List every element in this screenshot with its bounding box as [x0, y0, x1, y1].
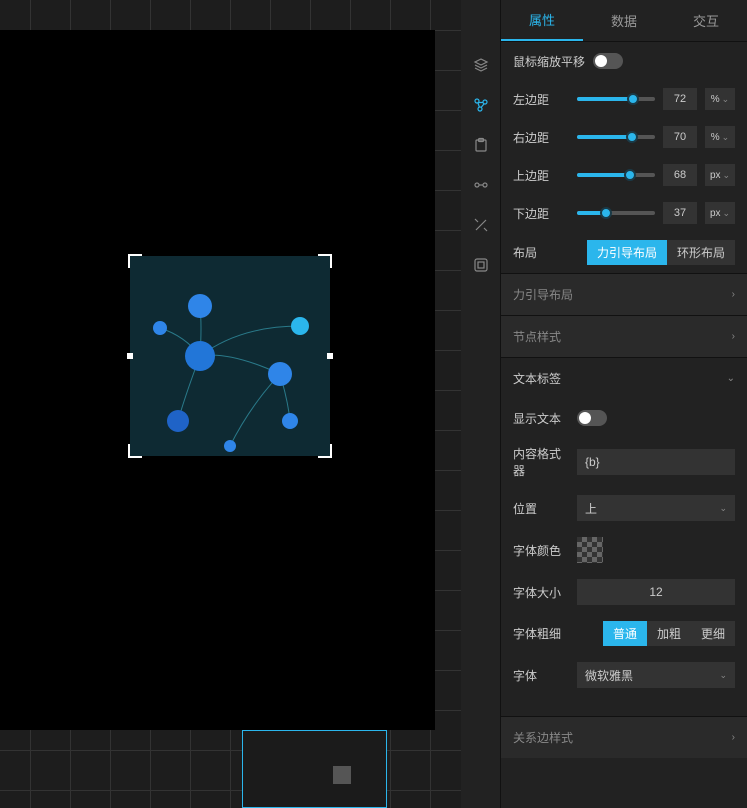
position-label: 位置	[513, 500, 569, 517]
margin-left-slider[interactable]	[577, 97, 655, 101]
margin-right-slider[interactable]	[577, 135, 655, 139]
margin-left-input[interactable]	[663, 88, 697, 110]
margin-left-label: 左边距	[513, 91, 569, 108]
margin-bottom-slider[interactable]	[577, 211, 655, 215]
font-color-swatch[interactable]	[577, 537, 603, 563]
formatter-label: 内容格式器	[513, 445, 569, 479]
layout-button-group: 力引导布局 环形布局	[587, 240, 735, 265]
mouse-zoom-pan-label: 鼠标缩放平移	[513, 53, 585, 70]
font-family-label: 字体	[513, 667, 569, 684]
font-color-label: 字体颜色	[513, 542, 569, 559]
section-text-label-title: 文本标签	[513, 370, 561, 387]
layout-force-button[interactable]: 力引导布局	[587, 240, 667, 265]
margin-left-unit[interactable]: %⌄	[705, 88, 735, 110]
section-node-style-label: 节点样式	[513, 328, 561, 345]
show-text-toggle[interactable]	[577, 410, 607, 426]
weight-bold-button[interactable]: 加粗	[647, 621, 691, 646]
mouse-zoom-pan-toggle[interactable]	[593, 53, 623, 69]
position-value: 上	[585, 500, 597, 517]
graph-icon[interactable]	[471, 95, 491, 115]
font-family-select[interactable]: 微软雅黑 ⌄	[577, 662, 735, 688]
chevron-right-icon: ›	[732, 331, 735, 342]
row-font-size: 字体大小 12	[501, 571, 747, 613]
tab-attributes[interactable]: 属性	[501, 0, 583, 41]
row-mouse-zoom-pan: 鼠标缩放平移	[501, 42, 747, 80]
row-margin-bottom: 下边距 px⌄	[501, 194, 747, 232]
row-margin-right: 右边距 %⌄	[501, 118, 747, 156]
tools-icon[interactable]	[471, 215, 491, 235]
formatter-input[interactable]: {b}	[577, 449, 735, 475]
row-font-weight: 字体粗细 普通 加粗 更细	[501, 613, 747, 654]
weight-normal-button[interactable]: 普通	[603, 621, 647, 646]
inspector-panel: 属性 数据 交互 鼠标缩放平移 左边距 %⌄ 右边距	[461, 0, 747, 808]
inspector-main: 属性 数据 交互 鼠标缩放平移 左边距 %⌄ 右边距	[501, 0, 747, 808]
font-size-value: 12	[649, 585, 662, 599]
font-size-label: 字体大小	[513, 584, 569, 601]
inspector-body: 鼠标缩放平移 左边距 %⌄ 右边距 %⌄ 上边	[501, 42, 747, 808]
row-position: 位置 上 ⌄	[501, 487, 747, 529]
show-text-label: 显示文本	[513, 410, 569, 427]
font-family-value: 微软雅黑	[585, 667, 633, 684]
chevron-down-icon: ⌄	[719, 503, 727, 514]
section-edge-style[interactable]: 关系边样式 ›	[501, 716, 747, 758]
minimap[interactable]	[242, 730, 387, 808]
section-node-style[interactable]: 节点样式 ›	[501, 315, 747, 357]
section-force-layout[interactable]: 力引导布局 ›	[501, 273, 747, 315]
inspector-toolstrip	[461, 0, 501, 808]
chevron-right-icon: ›	[732, 289, 735, 300]
font-size-input[interactable]: 12	[577, 579, 735, 605]
chevron-down-icon: ⌄	[719, 670, 727, 681]
selected-graph-widget[interactable]	[130, 256, 330, 456]
row-margin-left: 左边距 %⌄	[501, 80, 747, 118]
weight-lighter-button[interactable]: 更细	[691, 621, 735, 646]
inspector-tabs: 属性 数据 交互	[501, 0, 747, 42]
canvas-workspace[interactable]	[0, 0, 461, 808]
margin-bottom-unit[interactable]: px⌄	[705, 202, 735, 224]
layout-ring-button[interactable]: 环形布局	[667, 240, 735, 265]
row-formatter: 内容格式器 {b}	[501, 437, 747, 487]
layout-label: 布局	[513, 244, 569, 261]
formatter-value: {b}	[585, 455, 600, 469]
section-text-label[interactable]: 文本标签 ⌄	[501, 357, 747, 399]
margin-bottom-label: 下边距	[513, 205, 569, 222]
row-show-text: 显示文本	[501, 399, 747, 437]
font-weight-label: 字体粗细	[513, 625, 569, 642]
margin-top-slider[interactable]	[577, 173, 655, 177]
position-select[interactable]: 上 ⌄	[577, 495, 735, 521]
chevron-down-icon: ⌄	[727, 373, 735, 384]
margin-right-label: 右边距	[513, 129, 569, 146]
section-edge-style-label: 关系边样式	[513, 729, 573, 746]
tab-data[interactable]: 数据	[583, 0, 665, 41]
link-icon[interactable]	[471, 175, 491, 195]
tab-interaction[interactable]: 交互	[665, 0, 747, 41]
row-font-family: 字体 微软雅黑 ⌄	[501, 654, 747, 696]
margin-right-unit[interactable]: %⌄	[705, 126, 735, 148]
graph-preview	[130, 256, 330, 456]
margin-top-input[interactable]	[663, 164, 697, 186]
frame-icon[interactable]	[471, 255, 491, 275]
margin-top-label: 上边距	[513, 167, 569, 184]
margin-bottom-input[interactable]	[663, 202, 697, 224]
margin-top-unit[interactable]: px⌄	[705, 164, 735, 186]
minimap-viewport[interactable]	[333, 766, 351, 784]
margin-right-input[interactable]	[663, 126, 697, 148]
clipboard-icon[interactable]	[471, 135, 491, 155]
chevron-right-icon: ›	[732, 732, 735, 743]
section-force-layout-label: 力引导布局	[513, 286, 573, 303]
row-margin-top: 上边距 px⌄	[501, 156, 747, 194]
row-layout: 布局 力引导布局 环形布局	[501, 232, 747, 273]
row-font-color: 字体颜色	[501, 529, 747, 571]
font-weight-group: 普通 加粗 更细	[603, 621, 735, 646]
layers-icon[interactable]	[471, 55, 491, 75]
